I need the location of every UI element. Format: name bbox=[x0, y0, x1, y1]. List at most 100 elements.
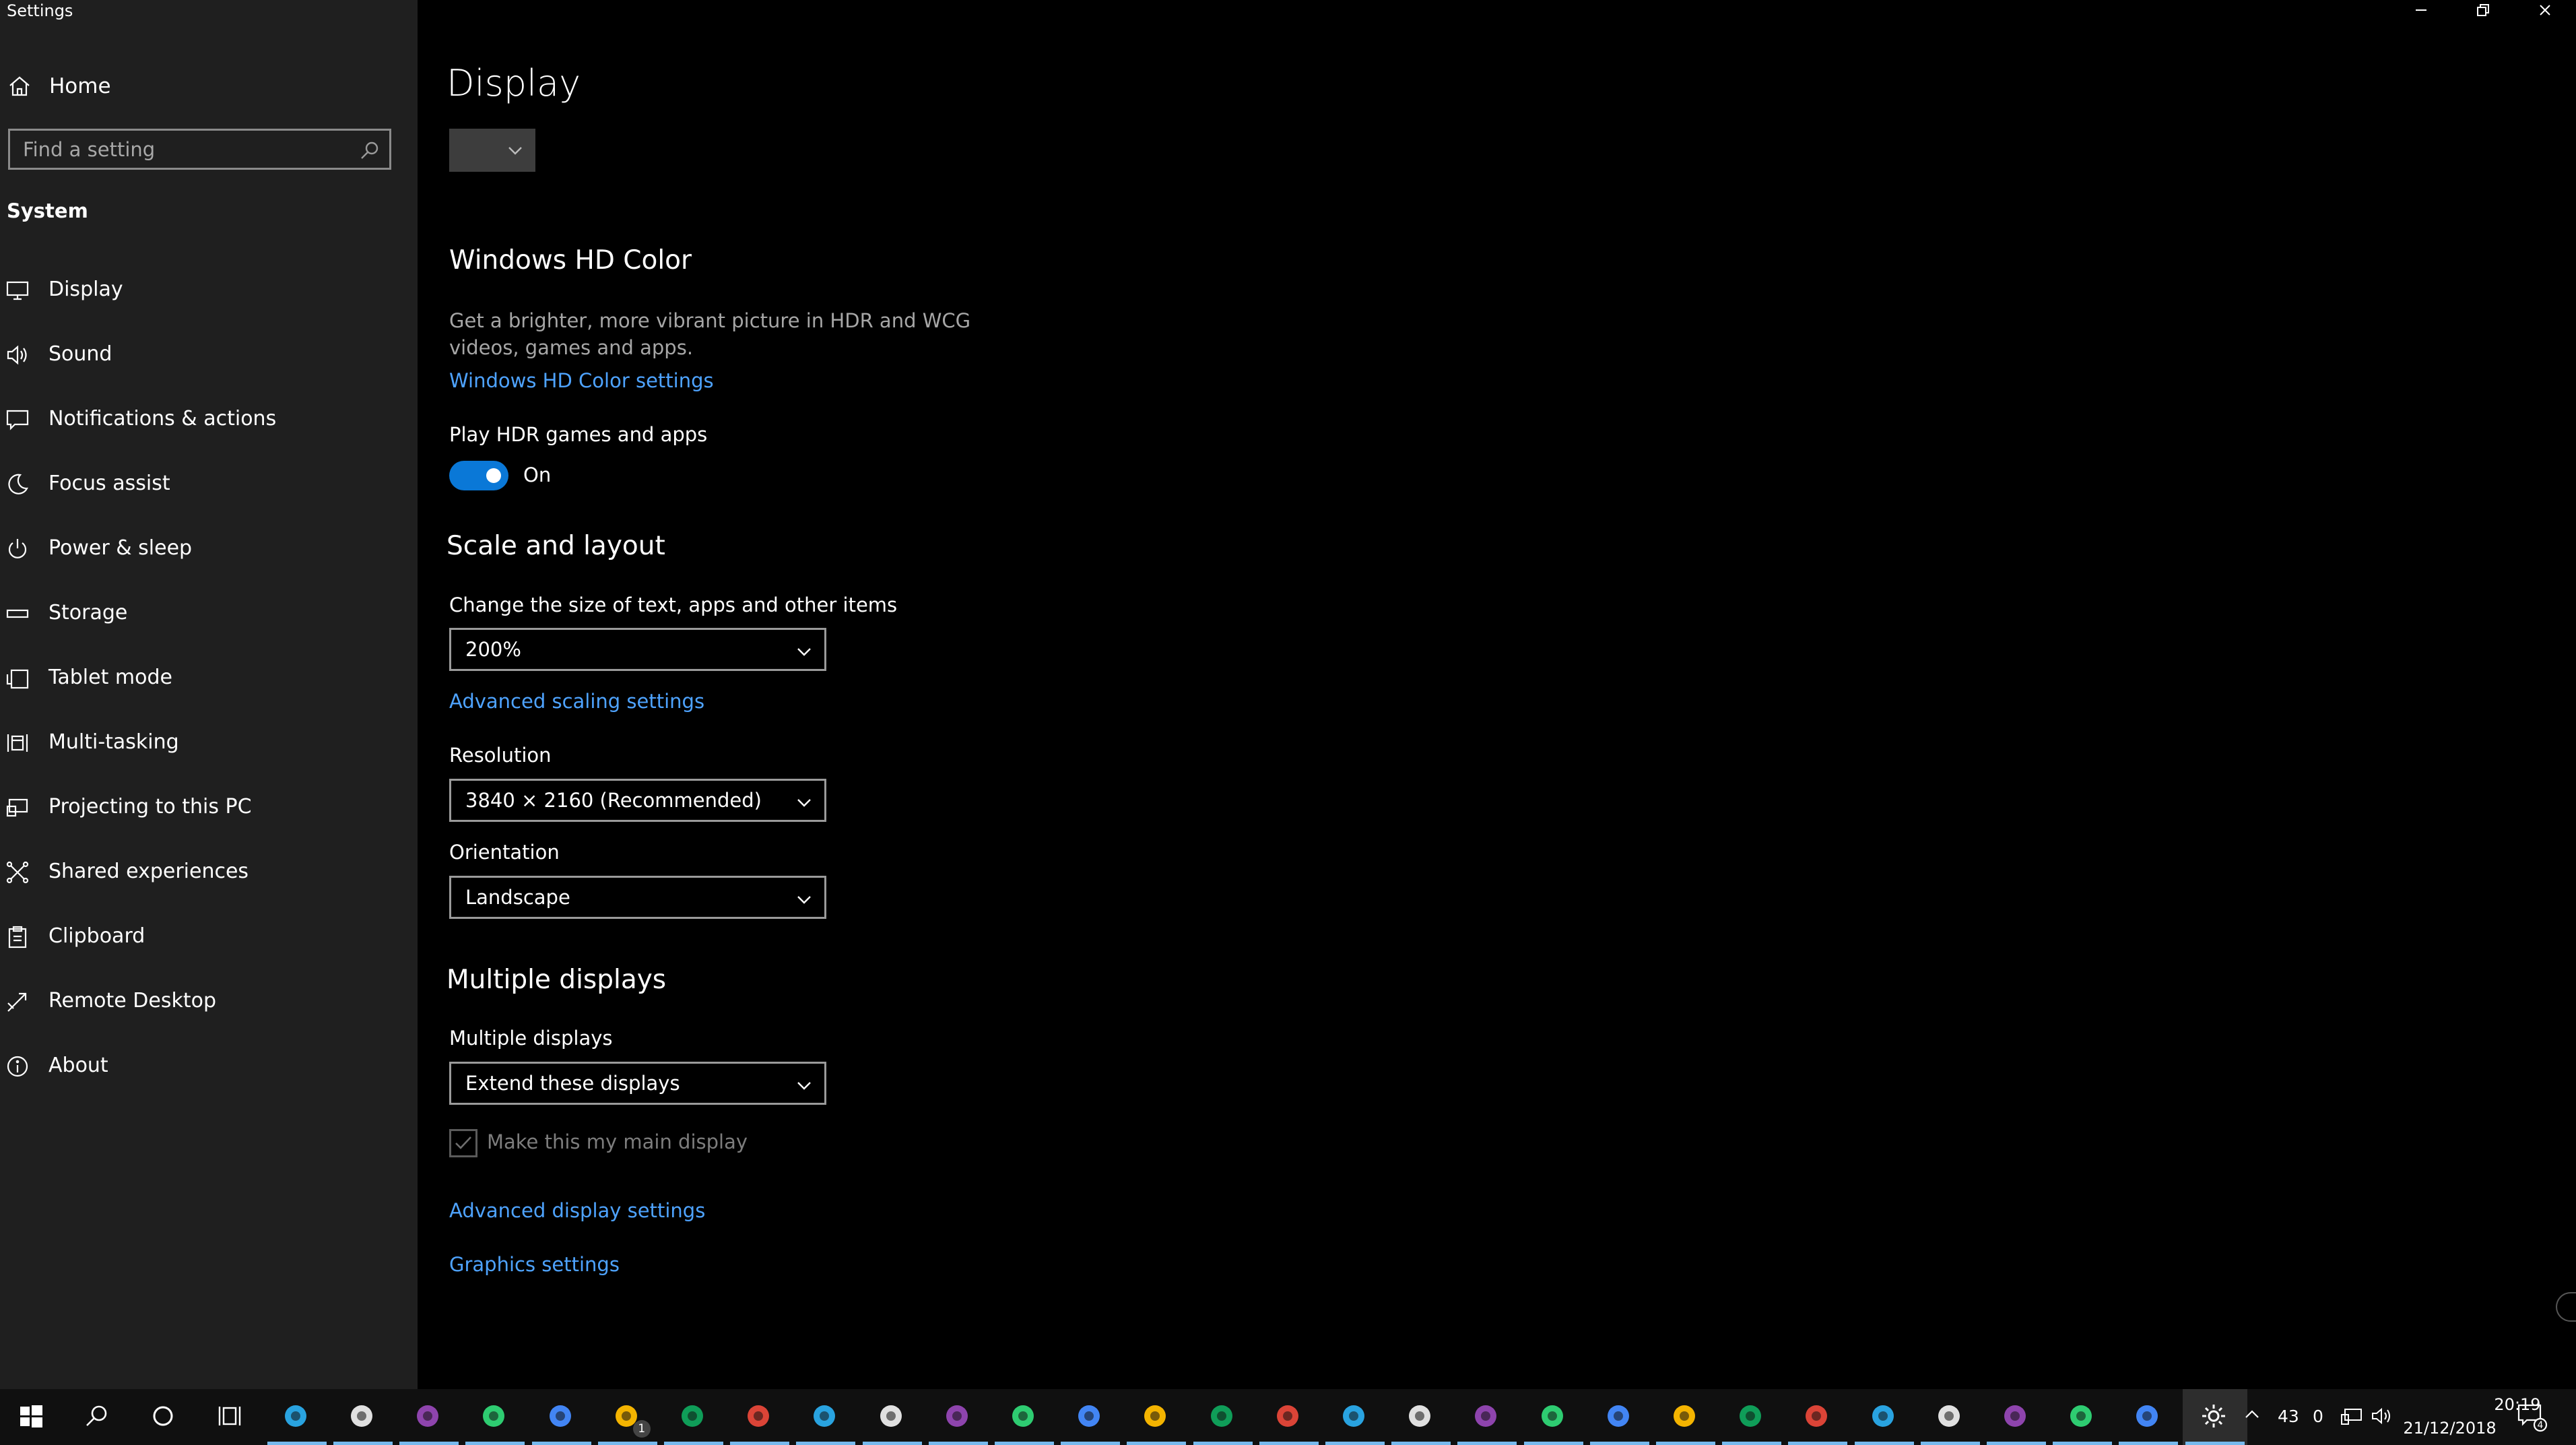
storage-icon bbox=[5, 602, 30, 629]
multiple-displays-dropdown[interactable]: Extend these displays bbox=[449, 1062, 826, 1105]
sidebar-item-remote-desktop[interactable]: Remote Desktop bbox=[0, 981, 418, 1046]
taskbar-app-button[interactable] bbox=[1653, 1389, 1718, 1445]
taskbar-app-button[interactable] bbox=[1587, 1389, 1652, 1445]
taskbar-app-button[interactable] bbox=[66, 1389, 131, 1445]
notification-icon bbox=[5, 408, 30, 435]
restore-button[interactable] bbox=[2452, 0, 2514, 20]
taskbar-app-button[interactable] bbox=[926, 1389, 991, 1445]
volume-icon[interactable] bbox=[2371, 1405, 2393, 1431]
resolution-label: Resolution bbox=[449, 744, 552, 767]
sidebar-item-label: About bbox=[48, 1054, 108, 1077]
action-center-button[interactable]: 4 bbox=[2517, 1403, 2548, 1436]
taskbar-app-button[interactable] bbox=[727, 1389, 792, 1445]
info-icon bbox=[5, 1054, 30, 1081]
hdr-toggle-switch[interactable] bbox=[449, 461, 508, 490]
sidebar-item-label: Shared experiences bbox=[48, 860, 249, 883]
expand-edge-button[interactable] bbox=[2556, 1292, 2576, 1322]
sidebar-item-display[interactable]: Display bbox=[0, 269, 418, 334]
search-box[interactable] bbox=[8, 129, 391, 170]
taskbar-app-button[interactable] bbox=[1852, 1389, 1917, 1445]
taskbar-app-button[interactable] bbox=[132, 1389, 197, 1445]
taskbar-app-button[interactable] bbox=[265, 1389, 329, 1445]
hd-color-description: Get a brighter, more vibrant picture in … bbox=[449, 309, 971, 359]
search-input[interactable] bbox=[10, 131, 389, 168]
taskbar-app-button[interactable] bbox=[1257, 1389, 1321, 1445]
sidebar-item-clipboard[interactable]: Clipboard bbox=[0, 916, 418, 981]
scale-dropdown[interactable]: 200% bbox=[449, 628, 826, 671]
moon-icon bbox=[5, 472, 30, 499]
3d-box-icon bbox=[480, 1403, 507, 1432]
taskbar-app-button[interactable] bbox=[1785, 1389, 1850, 1445]
paint-icon bbox=[1340, 1403, 1367, 1432]
sidebar-item-notifications[interactable]: Notifications & actions bbox=[0, 399, 418, 463]
resolution-dropdown[interactable]: 3840 × 2160 (Recommended) bbox=[449, 779, 826, 822]
orientation-label: Orientation bbox=[449, 841, 560, 864]
chevron-down-icon bbox=[795, 890, 814, 911]
minimize-button[interactable] bbox=[2390, 0, 2452, 20]
network-icon[interactable] bbox=[2340, 1405, 2364, 1431]
discord-icon bbox=[679, 1403, 706, 1432]
sidebar-item-focus-assist[interactable]: Focus assist bbox=[0, 463, 418, 528]
notification-count: 4 bbox=[2538, 1420, 2544, 1431]
taskbar-app-button[interactable] bbox=[397, 1389, 461, 1445]
show-hidden-icons-button[interactable] bbox=[2243, 1405, 2261, 1428]
taskbar-app-button[interactable] bbox=[1124, 1389, 1189, 1445]
main-display-checkbox[interactable] bbox=[449, 1129, 477, 1157]
taskbar-app-button[interactable] bbox=[1455, 1389, 1519, 1445]
sidebar-item-tablet-mode[interactable]: Tablet mode bbox=[0, 657, 418, 722]
advanced-scaling-link[interactable]: Advanced scaling settings bbox=[449, 690, 704, 713]
taskbar-app-button[interactable] bbox=[1389, 1389, 1453, 1445]
chevron-down-icon bbox=[795, 642, 814, 664]
sidebar-item-power-sleep[interactable]: Power & sleep bbox=[0, 528, 418, 593]
taskbar-app-button[interactable] bbox=[331, 1389, 395, 1445]
taskbar-app-button[interactable]: 1 bbox=[595, 1389, 660, 1445]
sidebar-item-projecting[interactable]: Projecting to this PC bbox=[0, 787, 418, 852]
taskbar-app-button[interactable] bbox=[1521, 1389, 1586, 1445]
sidebar-item-sound[interactable]: Sound bbox=[0, 334, 418, 399]
settings-gear-icon bbox=[2200, 1403, 2227, 1432]
taskbar-app-button[interactable] bbox=[661, 1389, 726, 1445]
chevron-down-icon bbox=[795, 1076, 814, 1097]
taskbar-app-button[interactable] bbox=[860, 1389, 925, 1445]
taskbar-app-button[interactable] bbox=[2116, 1389, 2181, 1445]
taskbar-app-button[interactable] bbox=[992, 1389, 1057, 1445]
section-title: System bbox=[7, 199, 88, 222]
taskbar-app-button[interactable] bbox=[0, 1389, 65, 1445]
taskbar-app-button[interactable] bbox=[463, 1389, 527, 1445]
taskbar-app-button[interactable] bbox=[2182, 1389, 2247, 1445]
taskbar-app-button[interactable] bbox=[1191, 1389, 1255, 1445]
hd-color-settings-link[interactable]: Windows HD Color settings bbox=[449, 369, 714, 392]
taskbar-app-button[interactable] bbox=[1918, 1389, 1983, 1445]
display-select-dropdown[interactable] bbox=[449, 129, 535, 172]
clock-date[interactable]: 21/12/2018 bbox=[2401, 1419, 2499, 1438]
sidebar-item-label: Focus assist bbox=[48, 472, 170, 495]
taskbar-app-button[interactable] bbox=[793, 1389, 858, 1445]
nav-home[interactable]: Home bbox=[0, 64, 418, 108]
taskbar-app-button[interactable] bbox=[529, 1389, 594, 1445]
sidebar-item-about[interactable]: About bbox=[0, 1046, 418, 1110]
taskbar-app-button[interactable] bbox=[1719, 1389, 1784, 1445]
taskbar-app-button[interactable] bbox=[1984, 1389, 2049, 1445]
sidebar-item-label: Projecting to this PC bbox=[48, 795, 252, 818]
graphics-settings-link[interactable]: Graphics settings bbox=[449, 1253, 620, 1276]
sidebar-item-multitasking[interactable]: Multi-tasking bbox=[0, 722, 418, 787]
app-icon bbox=[1870, 1403, 1896, 1432]
sidebar-item-shared-experiences[interactable]: Shared experiences bbox=[0, 852, 418, 916]
taskbar-app-button[interactable] bbox=[2050, 1389, 2115, 1445]
taskbar-app-button[interactable] bbox=[1323, 1389, 1387, 1445]
close-button[interactable] bbox=[2514, 0, 2576, 20]
shared-experiences-icon bbox=[5, 860, 30, 887]
orientation-dropdown[interactable]: Landscape bbox=[449, 876, 826, 919]
advanced-display-settings-link[interactable]: Advanced display settings bbox=[449, 1199, 705, 1222]
taskbar-app-button[interactable] bbox=[199, 1389, 263, 1445]
checkmark-icon bbox=[455, 1136, 471, 1149]
search-icon[interactable] bbox=[360, 140, 380, 163]
sidebar-item-storage[interactable]: Storage bbox=[0, 593, 418, 657]
multitasking-icon bbox=[5, 731, 30, 758]
search-icon bbox=[84, 1403, 110, 1432]
sidebar-item-label: Tablet mode bbox=[48, 666, 172, 689]
home-label: Home bbox=[49, 74, 111, 98]
clock-time[interactable]: 20:19 bbox=[2453, 1395, 2576, 1414]
taskbar-app-button[interactable] bbox=[1058, 1389, 1123, 1445]
bbc-icon bbox=[1010, 1403, 1036, 1432]
